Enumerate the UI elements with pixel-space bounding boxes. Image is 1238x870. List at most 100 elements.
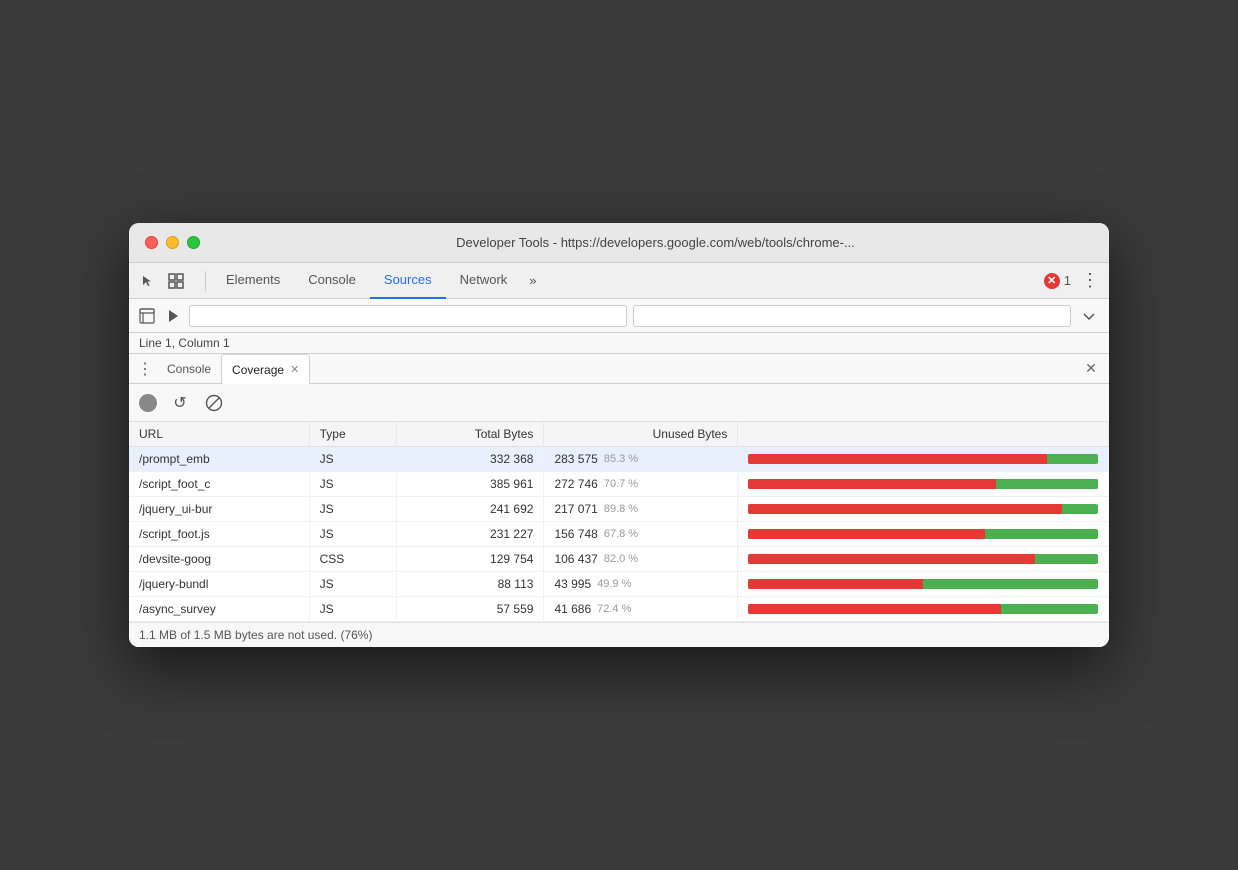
- cell-type: JS: [309, 447, 396, 472]
- footer-text: 1.1 MB of 1.5 MB bytes are not used. (76…: [139, 628, 372, 642]
- coverage-table: URL Type Total Bytes Unused Bytes /promp…: [129, 422, 1109, 622]
- table-row[interactable]: /devsite-goog CSS 129 754 106 437 82.0 %: [129, 547, 1109, 572]
- cell-total: 129 754: [396, 547, 544, 572]
- unused-num: 272 746: [554, 477, 597, 491]
- cell-bar: [738, 472, 1109, 497]
- coverage-bar: [748, 454, 1098, 464]
- unused-pct: 70.7 %: [604, 478, 638, 490]
- unused-pct: 49.9 %: [597, 578, 631, 590]
- coverage-bar: [748, 604, 1098, 614]
- tab-sources[interactable]: Sources: [370, 263, 446, 299]
- table-row[interactable]: /prompt_emb JS 332 368 283 575 85.3 %: [129, 447, 1109, 472]
- devtools-toolbar: Elements Console Sources Network » ✕ 1 ⋮: [129, 263, 1109, 299]
- tab-elements[interactable]: Elements: [212, 263, 294, 299]
- cell-url: /jquery_ui-bur: [129, 497, 309, 522]
- bar-used: [1047, 454, 1098, 464]
- coverage-bar: [748, 479, 1098, 489]
- status-bar: Line 1, Column 1: [129, 333, 1109, 354]
- unused-num: 41 686: [554, 602, 591, 616]
- minimize-button[interactable]: [166, 236, 179, 249]
- table-row[interactable]: /jquery_ui-bur JS 241 692 217 071 89.8 %: [129, 497, 1109, 522]
- table-row[interactable]: /script_foot_c JS 385 961 272 746 70.7 %: [129, 472, 1109, 497]
- play-icon[interactable]: [163, 306, 183, 326]
- record-button[interactable]: [139, 394, 157, 412]
- toolbar-icons: [137, 270, 187, 292]
- tab-more[interactable]: »: [521, 263, 544, 299]
- cell-unused: 283 575 85.3 %: [544, 447, 738, 472]
- panel-toggle-icon[interactable]: [137, 306, 157, 326]
- cell-total: 88 113: [396, 572, 544, 597]
- cell-unused: 43 995 49.9 %: [544, 572, 738, 597]
- cell-bar: [738, 447, 1109, 472]
- cell-type: JS: [309, 522, 396, 547]
- cell-type: JS: [309, 472, 396, 497]
- search-input-left[interactable]: [189, 305, 627, 327]
- coverage-toolbar: ↺: [129, 384, 1109, 422]
- cell-bar: [738, 497, 1109, 522]
- coverage-bar: [748, 529, 1098, 539]
- unused-pct: 72.4 %: [597, 603, 631, 615]
- panel-close-button[interactable]: ✕: [1081, 359, 1101, 379]
- bar-used: [985, 529, 1098, 539]
- col-total-bytes: Total Bytes: [396, 422, 544, 447]
- bar-unused: [748, 579, 922, 589]
- cell-total: 385 961: [396, 472, 544, 497]
- reload-button[interactable]: ↺: [169, 392, 191, 414]
- coverage-table-body: /prompt_emb JS 332 368 283 575 85.3 % /s…: [129, 447, 1109, 622]
- unused-num: 283 575: [554, 452, 597, 466]
- table-header: URL Type Total Bytes Unused Bytes: [129, 422, 1109, 447]
- close-button[interactable]: [145, 236, 158, 249]
- title-bar: Developer Tools - https://developers.goo…: [129, 223, 1109, 263]
- secondary-toolbar: [129, 299, 1109, 333]
- tab-console[interactable]: Console: [294, 263, 370, 299]
- table-row[interactable]: /jquery-bundl JS 88 113 43 995 49.9 %: [129, 572, 1109, 597]
- cell-type: CSS: [309, 547, 396, 572]
- error-icon: ✕: [1044, 273, 1060, 289]
- maximize-button[interactable]: [187, 236, 200, 249]
- cell-unused: 272 746 70.7 %: [544, 472, 738, 497]
- table-row[interactable]: /script_foot.js JS 231 227 156 748 67.8 …: [129, 522, 1109, 547]
- cell-unused: 106 437 82.0 %: [544, 547, 738, 572]
- bar-used: [1001, 604, 1098, 614]
- window-title: Developer Tools - https://developers.goo…: [218, 235, 1093, 250]
- cell-type: JS: [309, 497, 396, 522]
- inspect-icon[interactable]: [165, 270, 187, 292]
- panel-tab-coverage[interactable]: Coverage ✕: [221, 354, 310, 384]
- cell-bar: [738, 597, 1109, 622]
- cell-unused: 41 686 72.4 %: [544, 597, 738, 622]
- bar-unused: [748, 504, 1062, 514]
- error-badge: ✕ 1: [1044, 273, 1071, 289]
- cell-url: /async_survey: [129, 597, 309, 622]
- unused-num: 156 748: [554, 527, 597, 541]
- unused-pct: 82.0 %: [604, 553, 638, 565]
- panel-tab-console[interactable]: Console: [157, 354, 221, 384]
- panel-dots-menu[interactable]: ⋮: [137, 359, 151, 379]
- search-input-right[interactable]: [633, 305, 1071, 327]
- expand-icon[interactable]: [1077, 304, 1101, 328]
- table-row[interactable]: /async_survey JS 57 559 41 686 72.4 %: [129, 597, 1109, 622]
- col-url: URL: [129, 422, 309, 447]
- unused-pct: 85.3 %: [604, 453, 638, 465]
- unused-num: 43 995: [554, 577, 591, 591]
- coverage-bar: [748, 579, 1098, 589]
- coverage-bar: [748, 554, 1098, 564]
- cell-url: /jquery-bundl: [129, 572, 309, 597]
- bar-used: [996, 479, 1098, 489]
- tab-network[interactable]: Network: [446, 263, 522, 299]
- cell-unused: 217 071 89.8 %: [544, 497, 738, 522]
- bar-unused: [748, 529, 985, 539]
- error-count: 1: [1064, 273, 1071, 288]
- cell-bar: [738, 572, 1109, 597]
- coverage-close-btn[interactable]: ✕: [290, 363, 299, 376]
- bar-unused: [748, 454, 1046, 464]
- cell-total: 241 692: [396, 497, 544, 522]
- clear-button[interactable]: [203, 392, 225, 414]
- menu-icon[interactable]: ⋮: [1079, 270, 1101, 292]
- col-bar: [738, 422, 1109, 447]
- cell-type: JS: [309, 597, 396, 622]
- cell-bar: [738, 522, 1109, 547]
- unused-num: 217 071: [554, 502, 597, 516]
- cursor-icon[interactable]: [137, 270, 159, 292]
- unused-num: 106 437: [554, 552, 597, 566]
- col-unused-bytes: Unused Bytes: [544, 422, 738, 447]
